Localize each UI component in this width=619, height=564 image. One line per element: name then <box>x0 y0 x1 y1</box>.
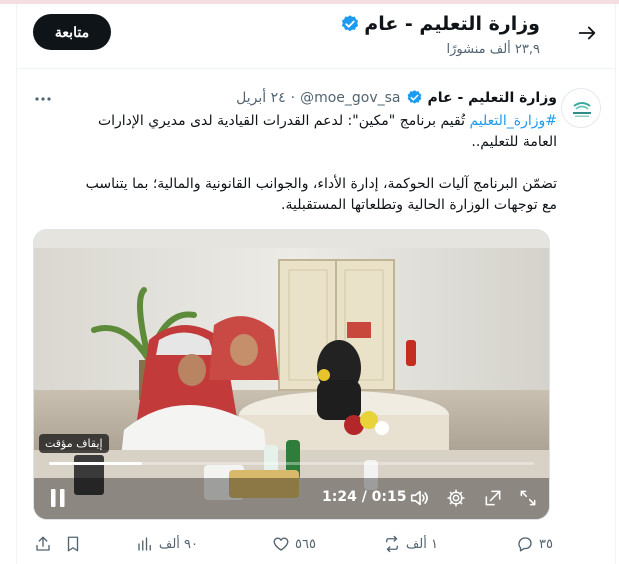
video-progress-bar[interactable] <box>34 462 549 465</box>
more-icon[interactable] <box>34 90 52 108</box>
settings-icon <box>447 489 465 507</box>
posts-count: ٢٣,٩ ألف منشورًا <box>446 42 540 57</box>
retweet-icon <box>385 535 398 553</box>
back-arrow-icon[interactable] <box>576 22 598 44</box>
profile-name: وزارة التعليم - عام <box>364 13 540 35</box>
tweet-author-name[interactable]: وزارة التعليم - عام <box>428 90 557 106</box>
tweet-date[interactable]: ٢٤ أبريل <box>236 90 286 106</box>
bookmark-button[interactable] <box>64 530 82 558</box>
follow-button[interactable]: متابعة <box>33 14 111 50</box>
like-icon <box>273 537 289 551</box>
like-count: ٥٦٥ <box>295 536 316 552</box>
profile-title: وزارة التعليم - عام <box>340 13 540 35</box>
reply-button[interactable]: ٣٥ <box>516 530 553 558</box>
minimize-icon <box>485 490 501 506</box>
like-button[interactable]: ٥٦٥ <box>272 530 316 558</box>
pause-icon <box>51 489 65 507</box>
share-icon <box>36 536 50 551</box>
volume-button[interactable] <box>408 486 432 510</box>
reply-icon <box>518 537 532 552</box>
video-time: 1:24 / 0:15 <box>322 489 407 505</box>
pause-button[interactable] <box>46 486 70 510</box>
tweet-handle[interactable]: @moe_gov_sa <box>300 90 400 106</box>
views-button[interactable]: ٩٠ ألف <box>136 530 198 558</box>
views-icon <box>138 537 151 551</box>
tweet-text: #وزارة_التعليم تُقيم برنامج "مكين": لدعم… <box>77 111 557 237</box>
retweet-button[interactable]: ١ ألف <box>383 530 438 558</box>
volume-icon <box>410 490 428 506</box>
avatar[interactable] <box>561 88 601 128</box>
tweet-paragraph-2: تضمّن البرنامج آليات الحوكمة، إدارة الأد… <box>85 176 557 213</box>
fullscreen-button[interactable] <box>516 486 540 510</box>
moe-logo-icon <box>562 89 600 127</box>
verified-badge-icon <box>342 15 359 32</box>
video-frame <box>34 230 549 519</box>
retweet-count: ١ ألف <box>405 536 438 552</box>
settings-button[interactable] <box>444 486 468 510</box>
progress-fill <box>49 462 142 465</box>
tweet-paragraph-1: #وزارة_التعليم تُقيم برنامج "مكين": لدعم… <box>77 111 557 153</box>
hashtag-link[interactable]: #وزارة_التعليم <box>469 113 557 129</box>
tweet-actions: ٣٥ ١ ألف ٥٦٥ ٩٠ ألف <box>16 530 616 560</box>
reply-count: ٣٥ <box>539 536 553 552</box>
share-button[interactable] <box>34 530 52 558</box>
minimize-button[interactable] <box>481 486 505 510</box>
pause-tooltip: إيقاف مؤقت <box>39 434 109 453</box>
views-count: ٩٠ ألف <box>158 536 198 552</box>
video-player[interactable]: إيقاف مؤقت 1:24 / 0:15 <box>33 229 550 520</box>
bookmark-icon <box>67 536 79 552</box>
profile-header: وزارة التعليم - عام ٢٣,٩ ألف منشورًا متا… <box>16 4 616 69</box>
verified-badge-icon <box>407 90 421 104</box>
tweet-header: وزارة التعليم - عام @moe_gov_sa · ٢٤ أبر… <box>236 89 557 106</box>
meta-separator: · <box>290 89 296 106</box>
fullscreen-icon <box>520 490 536 506</box>
